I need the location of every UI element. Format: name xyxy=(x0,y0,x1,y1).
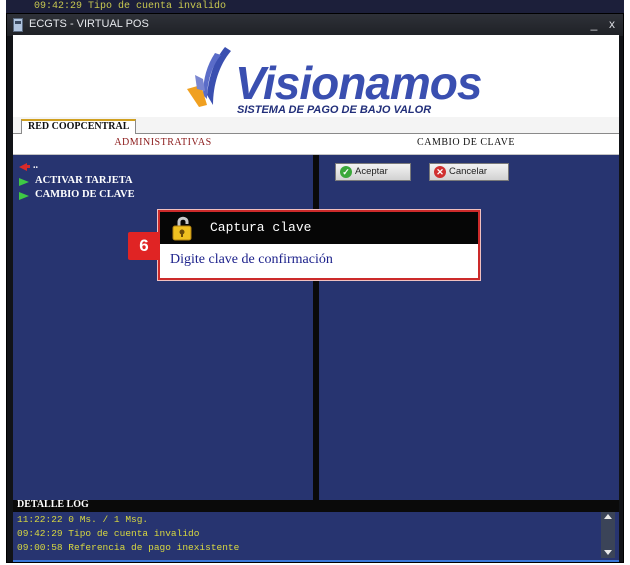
menu-item-label: CAMBIO DE CLAVE xyxy=(35,189,135,200)
title-bar[interactable]: ECGTS - VIRTUAL POS _ x xyxy=(7,14,623,36)
window-title: ECGTS - VIRTUAL POS xyxy=(29,18,149,30)
log-line: 09:00:58 Referencia de pago inexistente xyxy=(17,542,240,553)
logo-banner: Visionamos SISTEMA DE PAGO DE BAJO VALOR xyxy=(13,35,619,117)
green-flag-icon xyxy=(19,192,29,200)
green-flag-icon xyxy=(19,178,29,186)
menu-panel: .. ACTIVAR TARJETA CAMBIO DE CLAVE xyxy=(13,155,313,500)
dialog-title: Captura clave xyxy=(210,220,312,235)
cancel-icon: ✕ xyxy=(434,166,446,178)
log-scrollbar[interactable] xyxy=(601,512,615,558)
log-line: 09:42:29 Tipo de cuenta invalido xyxy=(17,528,200,539)
log-title: DETALLE LOG xyxy=(17,499,89,510)
scroll-up-icon[interactable] xyxy=(604,514,612,519)
password-capture-dialog: Captura clave Digite clave de confirmaci… xyxy=(158,210,480,280)
background-window-strip: 09:42:29 Tipo de cuenta invalido xyxy=(6,0,624,14)
back-label: .. xyxy=(33,160,38,171)
scroll-down-icon[interactable] xyxy=(604,550,612,555)
aceptar-button[interactable]: ✓ Aceptar xyxy=(335,163,411,181)
aceptar-label: Aceptar xyxy=(355,166,388,177)
visionamos-logo-mark xyxy=(187,47,231,107)
log-line: 11:22:22 0 Ms. / 1 Msg. xyxy=(17,514,149,525)
dialog-title-bar: Captura clave xyxy=(160,212,478,244)
check-icon: ✓ xyxy=(340,166,352,178)
log-header: DETALLE LOG xyxy=(13,499,619,512)
logo-wordmark: Visionamos xyxy=(235,57,482,109)
background-log-line: 09:42:29 Tipo de cuenta invalido xyxy=(34,1,227,12)
minimize-button[interactable]: _ xyxy=(587,17,601,31)
step-number-badge: 6 xyxy=(128,232,160,260)
app-window: ECGTS - VIRTUAL POS _ x Visionamos SISTE… xyxy=(6,13,624,563)
menu-item-label: ACTIVAR TARJETA xyxy=(35,175,133,186)
close-button[interactable]: x xyxy=(605,17,619,31)
cancelar-button[interactable]: ✕ Cancelar xyxy=(429,163,509,181)
section-header-bar: ADMINISTRATIVAS CAMBIO DE CLAVE xyxy=(13,134,619,155)
logo-tagline: SISTEMA DE PAGO DE BAJO VALOR xyxy=(237,104,432,116)
right-panel-title: CAMBIO DE CLAVE xyxy=(417,137,515,148)
form-panel: ✓ Aceptar ✕ Cancelar xyxy=(319,155,619,500)
tab-strip: RED COOPCENTRAL xyxy=(13,117,619,134)
cancelar-label: Cancelar xyxy=(449,166,488,177)
calculator-icon xyxy=(13,18,23,32)
dialog-message: Digite clave de confirmación xyxy=(170,252,333,267)
lock-icon xyxy=(172,216,192,241)
tab-red-coopcentral[interactable]: RED COOPCENTRAL xyxy=(21,119,137,134)
log-list: 11:22:22 0 Ms. / 1 Msg. 09:42:29 Tipo de… xyxy=(13,512,619,562)
left-panel-title: ADMINISTRATIVAS xyxy=(114,137,212,148)
back-arrow-tail xyxy=(26,165,30,168)
